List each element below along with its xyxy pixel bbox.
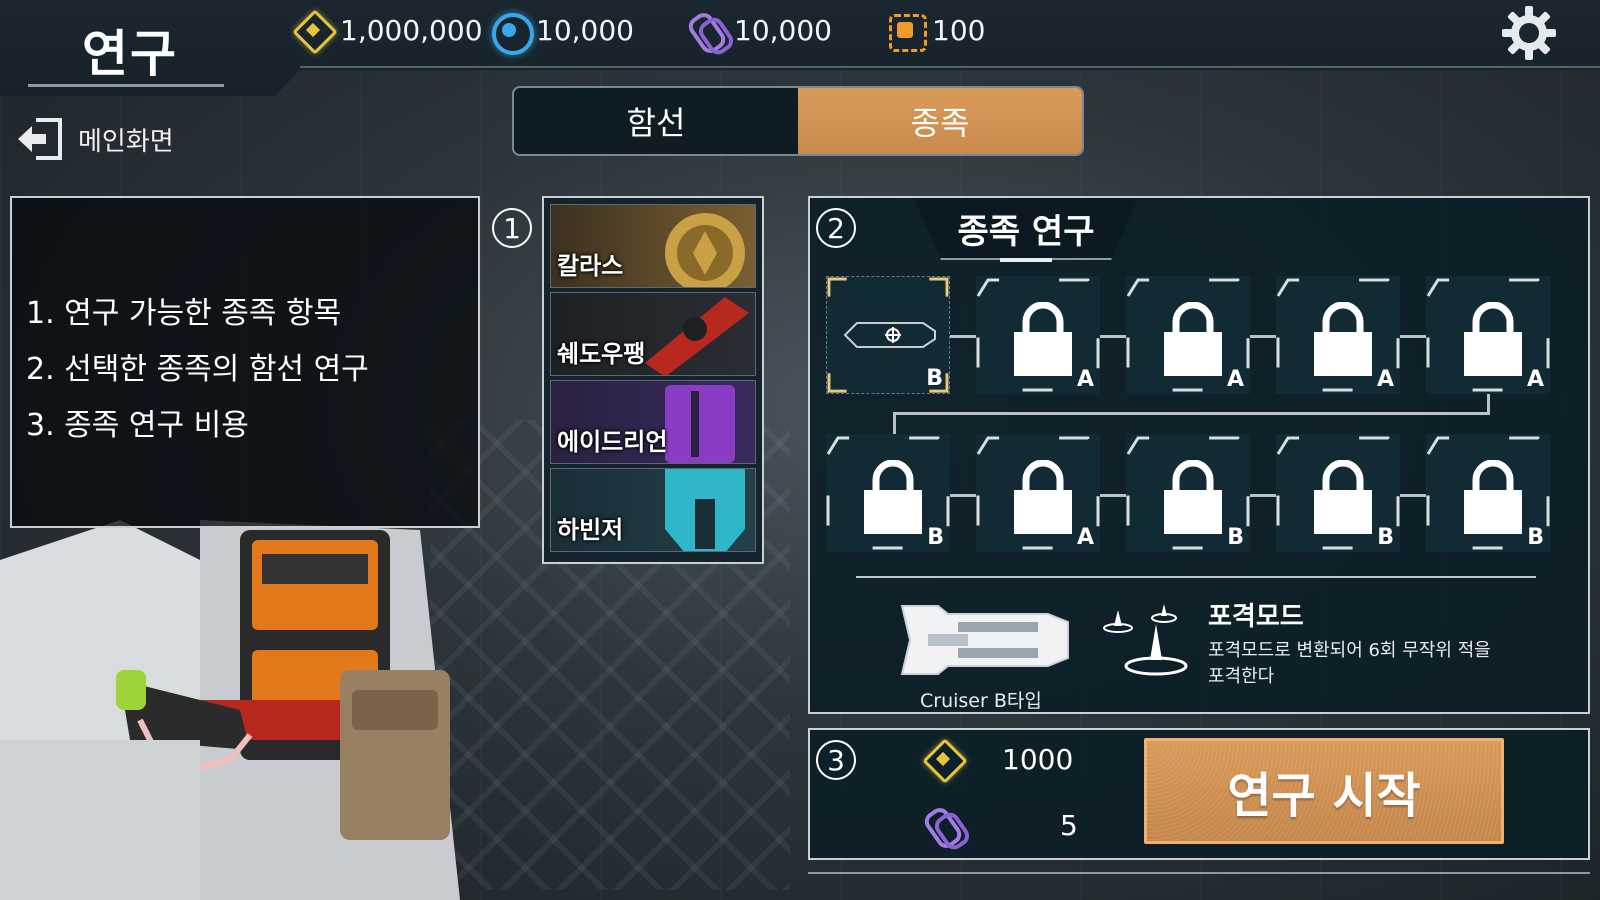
connector <box>948 494 976 497</box>
node-grade: A <box>1076 367 1094 392</box>
research-node-4[interactable]: A <box>1276 276 1400 394</box>
resource-purple-value: 10,000 <box>734 13 832 47</box>
marker-2: 2 <box>816 208 856 248</box>
cost-panel-bottom-line <box>808 872 1590 874</box>
lock-icon <box>1314 302 1372 376</box>
cruiser-ship-icon <box>843 322 936 348</box>
race-card-shadowfang[interactable]: 쉐도우팽 <box>550 292 756 376</box>
skill-title: 포격모드 <box>1208 602 1304 632</box>
connector <box>1398 335 1426 338</box>
research-node-2[interactable]: A <box>976 276 1100 394</box>
tab-bar: 함선 종족 <box>512 86 1084 156</box>
cost-gold-value: 1000 <box>1002 742 1074 776</box>
marker-1: 1 <box>492 208 532 248</box>
node-grade: B <box>1227 525 1244 550</box>
skill-description: 포격모드로 변환되어 6회 무작위 적을 포격한다 <box>1208 640 1491 687</box>
connector <box>1248 335 1276 338</box>
marker-3: 3 <box>816 740 856 780</box>
lock-icon <box>1314 460 1372 534</box>
research-divider <box>856 576 1536 578</box>
lock-icon <box>1164 302 1222 376</box>
havinger-emblem-icon <box>665 469 745 551</box>
top-bar-divider <box>300 66 1600 68</box>
cost-gold-row: 1000 <box>922 738 1073 780</box>
node-grade: B <box>927 525 944 550</box>
race-name-kalas: 칼라스 <box>557 252 624 280</box>
connector <box>1487 394 1490 414</box>
connector <box>893 412 1490 415</box>
race-card-ederian[interactable]: 에이드리언 <box>550 380 756 464</box>
node-grade: B <box>1377 525 1394 550</box>
research-node-10[interactable]: B <box>1426 434 1550 552</box>
resource-blue-value: 10,000 <box>536 13 634 47</box>
cost-purple-row: 5 <box>922 804 1078 846</box>
research-title: 종족 연구 <box>957 212 1095 252</box>
node-grade: A <box>1226 367 1244 392</box>
resource-gold: 1,000,000 <box>292 10 483 50</box>
lock-icon <box>864 460 922 534</box>
resource-gold-value: 1,000,000 <box>340 13 483 47</box>
gear-icon[interactable] <box>1500 4 1558 62</box>
node-grade: A <box>1376 367 1394 392</box>
lock-icon <box>1014 302 1072 376</box>
race-card-havinger[interactable]: 하빈저 <box>550 468 756 552</box>
connector <box>1098 494 1126 497</box>
gold-diamond-icon <box>292 9 334 51</box>
exit-arrow-icon <box>18 118 62 160</box>
connector <box>948 335 976 338</box>
lock-icon <box>1014 460 1072 534</box>
node-grade: B <box>1527 525 1544 550</box>
title-underline-bar <box>1000 258 1052 262</box>
node-grade: B <box>926 366 943 391</box>
lock-icon <box>1164 460 1222 534</box>
kalas-emblem-icon <box>665 213 745 287</box>
orange-chip-icon <box>884 9 927 52</box>
research-node-9[interactable]: B <box>1276 434 1400 552</box>
gold-diamond-icon <box>922 738 964 780</box>
ship-type-label: Cruiser B타입 <box>920 690 1042 712</box>
race-list: 칼라스 쉐도우팽 에이드리언 하빈저 <box>542 196 764 564</box>
back-button[interactable]: 메인화면 <box>14 112 174 166</box>
info-line-2: 2. 선택한 종족의 함선 연구 <box>26 352 369 387</box>
tab-races[interactable]: 종족 <box>798 88 1082 154</box>
cruiser-preview-icon <box>900 605 1069 675</box>
lock-icon <box>1464 460 1522 534</box>
info-panel: 1. 연구 가능한 종족 항목 2. 선택한 종족의 함선 연구 3. 종족 연… <box>10 196 480 528</box>
connector <box>1248 494 1276 497</box>
resource-purple: 10,000 <box>686 10 832 50</box>
node-grade: A <box>1526 367 1544 392</box>
race-card-kalas[interactable]: 칼라스 <box>550 204 756 288</box>
connector <box>893 412 896 434</box>
cost-purple-value: 5 <box>1060 808 1078 842</box>
info-line-1: 1. 연구 가능한 종족 항목 <box>26 296 342 331</box>
research-node-8[interactable]: B <box>1126 434 1250 552</box>
research-node-3[interactable]: A <box>1126 276 1250 394</box>
back-label: 메인화면 <box>78 126 174 157</box>
page-title: 연구 <box>82 25 178 83</box>
race-name-havinger: 하빈저 <box>557 516 624 544</box>
character-illustration <box>0 520 460 900</box>
connector <box>1098 335 1126 338</box>
blue-orb-icon <box>488 9 534 55</box>
research-node-6[interactable]: B <box>826 434 950 552</box>
research-node-7[interactable]: A <box>976 434 1100 552</box>
connector <box>1398 494 1426 497</box>
research-node-1[interactable]: B <box>826 276 950 394</box>
resource-orange: 100 <box>884 9 986 52</box>
purple-chain-icon <box>686 9 728 51</box>
research-node-5[interactable]: A <box>1426 276 1550 394</box>
resource-blue: 10,000 <box>488 9 634 55</box>
resource-orange-value: 100 <box>932 13 986 47</box>
lock-icon <box>1464 302 1522 376</box>
purple-chain-icon <box>922 804 964 846</box>
bombard-skill-icon <box>1103 604 1188 676</box>
race-name-shadowfang: 쉐도우팽 <box>557 340 646 368</box>
tab-ships[interactable]: 함선 <box>514 88 798 154</box>
info-line-3: 3. 종족 연구 비용 <box>26 408 249 443</box>
start-research-button[interactable]: 연구 시작 <box>1144 738 1504 844</box>
race-name-ederian: 에이드리언 <box>557 428 668 456</box>
node-grade: A <box>1076 525 1094 550</box>
